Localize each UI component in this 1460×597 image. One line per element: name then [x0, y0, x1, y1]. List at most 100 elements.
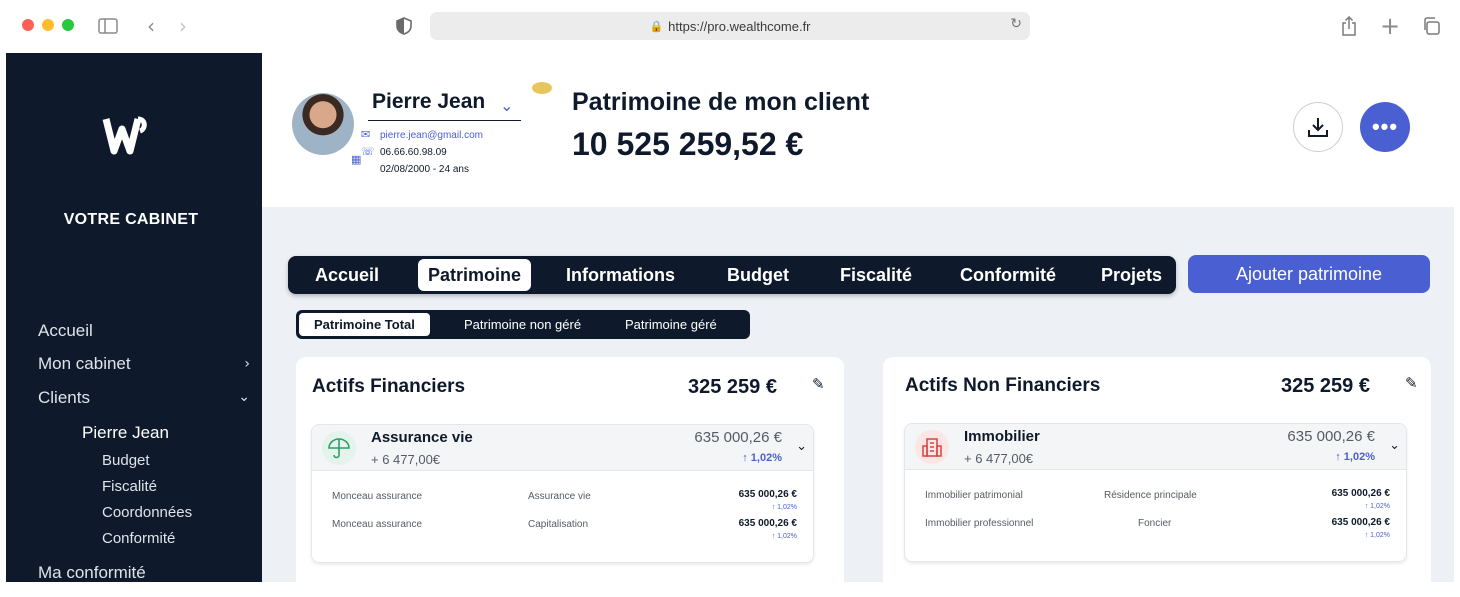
forward-icon[interactable]: › — [172, 14, 194, 38]
download-button[interactable] — [1293, 102, 1343, 152]
asset-amount: 635 000,26 € — [1287, 428, 1375, 445]
card-total: 325 259 € — [1281, 375, 1370, 397]
address-bar[interactable]: 🔒 https://pro.wealthcome.fr ↻ — [430, 12, 1030, 40]
asset-row-type: Foncier — [1138, 518, 1172, 529]
subtab-patrimoine-gere[interactable]: Patrimoine géré — [625, 310, 717, 339]
asset-row-amount: 635 000,26 € — [738, 518, 797, 529]
asset-item-header[interactable]: Immobilier + 6 477,00€ 635 000,26 € ↑ 1,… — [905, 424, 1406, 470]
chevron-down-icon[interactable]: ⌄ — [500, 96, 513, 115]
asset-row-percent-value: 1,02% — [1370, 532, 1390, 539]
lock-icon: 🔒 — [649, 19, 664, 33]
edit-icon[interactable]: ✎ — [1405, 374, 1418, 392]
asset-variation: + 6 477,00€ — [964, 451, 1034, 466]
download-icon — [1308, 118, 1328, 137]
patrimoine-subtabs: Patrimoine Total Patrimoine non géré Pat… — [296, 310, 750, 339]
chevron-down-icon[interactable]: ⌄ — [796, 439, 807, 454]
asset-row-label: Immobilier patrimonial — [925, 490, 1023, 501]
asset-row-percent: ↑ 1,02% — [772, 504, 797, 511]
sidebar-item-ma-conformite[interactable]: Ma conformité — [38, 563, 146, 583]
tab-budget[interactable]: Budget — [727, 256, 789, 294]
tab-conformite[interactable]: Conformité — [960, 256, 1056, 294]
asset-row-percent: ↑ 1,02% — [1365, 532, 1390, 539]
phone-icon: ☏ — [361, 145, 375, 158]
client-email[interactable]: pierre.jean@gmail.com — [380, 130, 483, 141]
asset-row-percent-value: 1,02% — [1370, 503, 1390, 510]
sidebar: VOTRE CABINET Accueil Mon cabinet › Clie… — [6, 53, 262, 582]
page-title: Patrimoine de mon client — [572, 88, 870, 116]
asset-row-amount: 635 000,26 € — [1331, 488, 1390, 499]
url-text: https://pro.wealthcome.fr — [668, 18, 811, 34]
tabs-overview-icon[interactable] — [1420, 14, 1442, 38]
maximize-window-button[interactable] — [62, 19, 74, 31]
sidebar-item-label: Mon cabinet — [38, 354, 131, 373]
asset-row-amount: 635 000,26 € — [738, 489, 797, 500]
asset-percent: ↑ 1,02% — [1335, 451, 1375, 463]
asset-percent-value: 1,02% — [750, 452, 782, 464]
card-total: 325 259 € — [688, 376, 777, 398]
sidebar-subitem-budget[interactable]: Budget — [102, 452, 150, 469]
more-icon: ••• — [1371, 114, 1399, 139]
client-avatar — [292, 93, 354, 155]
minimize-window-button[interactable] — [42, 19, 54, 31]
calendar-icon: ▦ — [351, 153, 362, 166]
asset-row-amount: 635 000,26 € — [1331, 517, 1390, 528]
asset-row-type: Capitalisation — [528, 519, 589, 530]
tab-patrimoine[interactable]: Patrimoine — [418, 259, 532, 291]
sidebar-subitem-coordonnees[interactable]: Coordonnées — [102, 504, 192, 521]
sidebar-subitem-pierre-jean[interactable]: Pierre Jean — [82, 423, 169, 443]
umbrella-icon — [322, 431, 356, 465]
sidebar-item-label: Clients — [38, 388, 90, 407]
tab-accueil[interactable]: Accueil — [315, 256, 379, 294]
reload-icon[interactable]: ↻ — [1010, 16, 1022, 32]
tab-projets[interactable]: Projets — [1101, 256, 1162, 294]
subtab-patrimoine-non-gere[interactable]: Patrimoine non géré — [464, 310, 581, 339]
wealthcome-logo — [102, 116, 147, 155]
back-icon[interactable]: ‹ — [140, 14, 162, 38]
card-actifs-non-financiers: Actifs Non Financiers 325 259 € ✎ Immobi… — [883, 357, 1431, 597]
sidebar-subitem-conformite[interactable]: Conformité — [102, 530, 175, 547]
asset-row-percent: ↑ 1,02% — [772, 533, 797, 540]
close-window-button[interactable] — [22, 19, 34, 31]
asset-row-percent-value: 1,02% — [777, 533, 797, 540]
client-name-underline — [368, 120, 521, 121]
client-name[interactable]: Pierre Jean — [372, 90, 485, 114]
chevron-right-icon: › — [244, 356, 250, 372]
card-title: Actifs Financiers — [312, 376, 466, 397]
asset-row-label: Monceau assurance — [332, 519, 423, 530]
badge-icon — [532, 82, 552, 94]
sidebar-item-mon-cabinet[interactable]: Mon cabinet › — [38, 354, 258, 374]
edit-icon[interactable]: ✎ — [812, 375, 825, 393]
asset-row-type: Assurance vie — [528, 491, 591, 502]
new-tab-icon[interactable]: + — [1379, 12, 1401, 40]
arrow-up-icon: ↑ — [1335, 451, 1344, 463]
asset-item-immobilier: Immobilier + 6 477,00€ 635 000,26 € ↑ 1,… — [904, 423, 1407, 562]
asset-variation: + 6 477,00€ — [371, 452, 441, 467]
more-options-button[interactable]: ••• — [1360, 102, 1410, 152]
sidebar-toggle-icon[interactable] — [97, 14, 119, 38]
browser-toolbar: ‹ › 🔒 https://pro.wealthcome.fr ↻ + — [0, 0, 1460, 53]
asset-percent: ↑ 1,02% — [742, 452, 782, 464]
asset-amount: 635 000,26 € — [694, 429, 782, 446]
shield-icon[interactable] — [393, 14, 415, 38]
building-icon — [915, 430, 949, 464]
chevron-down-icon: ⌄ — [238, 389, 250, 405]
chevron-down-icon[interactable]: ⌄ — [1389, 438, 1400, 453]
client-phone: 06.66.60.98.09 — [380, 147, 447, 158]
subtab-patrimoine-total[interactable]: Patrimoine Total — [299, 313, 430, 336]
asset-item-header[interactable]: Assurance vie + 6 477,00€ 635 000,26 € ↑… — [312, 425, 813, 471]
asset-row-percent-value: 1,02% — [777, 504, 797, 511]
card-actifs-financiers: Actifs Financiers 325 259 € ✎ Assurance … — [296, 357, 844, 597]
asset-row-type: Résidence principale — [1104, 490, 1197, 501]
add-patrimoine-button[interactable]: Ajouter patrimoine — [1188, 255, 1430, 293]
share-icon[interactable] — [1338, 14, 1360, 38]
arrow-up-icon: ↑ — [742, 452, 751, 464]
tab-fiscalite[interactable]: Fiscalité — [840, 256, 912, 294]
sidebar-item-clients[interactable]: Clients ⌄ — [38, 388, 258, 408]
mail-icon: ✉ — [361, 128, 371, 141]
asset-row-percent: ↑ 1,02% — [1365, 503, 1390, 510]
sidebar-item-accueil[interactable]: Accueil — [38, 321, 93, 341]
cabinet-label: VOTRE CABINET — [63, 211, 199, 228]
tab-informations[interactable]: Informations — [566, 256, 675, 294]
asset-name: Assurance vie — [371, 429, 473, 446]
sidebar-subitem-fiscalite[interactable]: Fiscalité — [102, 478, 157, 495]
